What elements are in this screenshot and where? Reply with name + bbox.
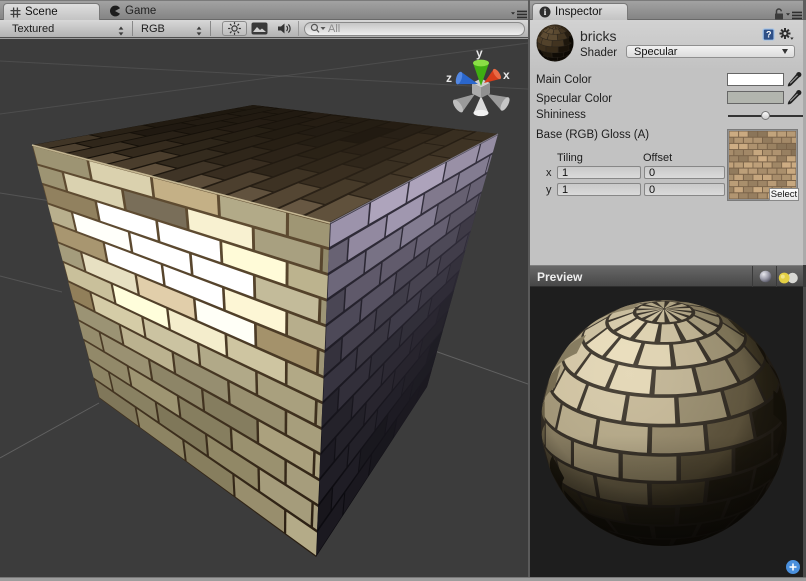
svg-text:x: x: [503, 68, 510, 82]
svg-text:y: y: [476, 46, 483, 60]
svg-text:?: ?: [766, 30, 772, 40]
svg-text:z: z: [446, 71, 452, 85]
